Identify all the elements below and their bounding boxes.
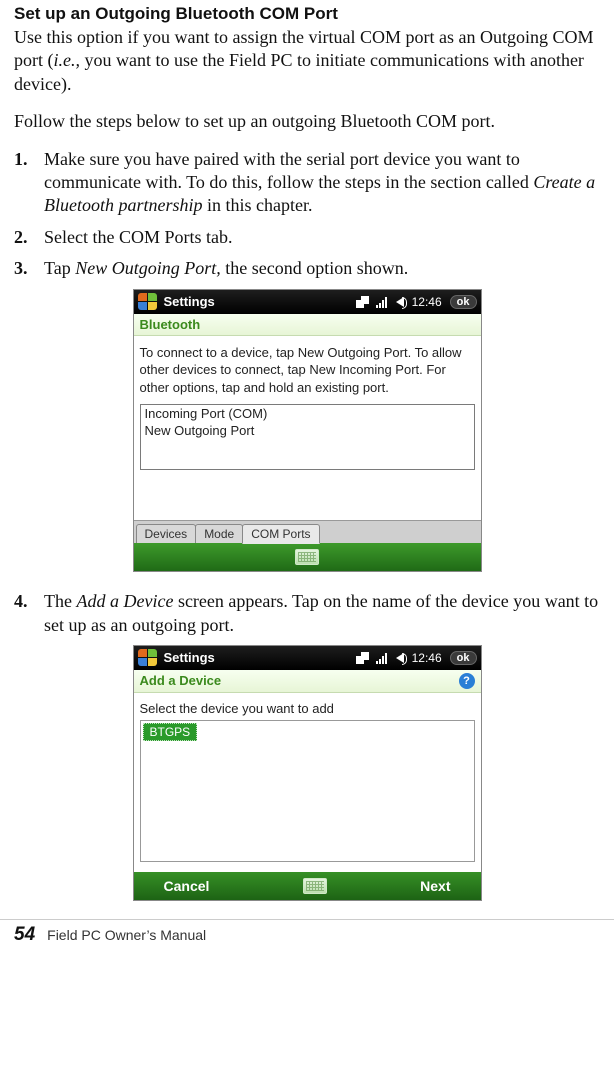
device-list[interactable]: BTGPS <box>140 720 475 862</box>
step-number-3: 3. <box>14 257 44 280</box>
step-3-text: Tap New Outgoing Port, the second option… <box>44 257 600 280</box>
start-icon[interactable] <box>138 649 158 667</box>
keyboard-icon[interactable] <box>295 549 319 565</box>
connectivity-icon[interactable] <box>356 296 368 308</box>
step3-a: Tap <box>44 258 75 278</box>
step3-i: New Outgoing Port, <box>75 258 221 278</box>
follow-paragraph: Follow the steps below to set up an outg… <box>14 110 600 133</box>
panel-header-bluetooth: Bluetooth <box>134 314 481 336</box>
step-4-text: The Add a Device screen appears. Tap on … <box>44 590 600 637</box>
wm-titlebar: Settings 12:46 ok <box>134 290 481 314</box>
wm-title: Settings <box>164 294 356 309</box>
com-port-list[interactable]: Incoming Port (COM) New Outgoing Port <box>140 404 475 470</box>
device-item-selected[interactable]: BTGPS <box>143 723 198 741</box>
instruction-text: To connect to a device, tap New Outgoing… <box>140 344 475 397</box>
page-footer: 54 Field PC Owner’s Manual <box>0 919 614 956</box>
intro-paragraph: Use this option if you want to assign th… <box>14 26 600 96</box>
step1-b: in this chapter. <box>203 195 313 215</box>
screenshot-add-device: Settings 12:46 ok Add a Device ? Select … <box>133 645 482 901</box>
step-number-1: 1. <box>14 148 44 218</box>
section-heading: Set up an Outgoing Bluetooth COM Port <box>14 4 600 24</box>
ok-button[interactable]: ok <box>450 651 477 665</box>
wm-softkey-bar: Cancel Next <box>134 872 481 900</box>
page-number: 54 <box>14 924 35 946</box>
list-item[interactable]: New Outgoing Port <box>141 422 474 439</box>
wm-title: Settings <box>164 650 356 665</box>
tab-strip: Devices Mode COM Ports <box>134 520 481 543</box>
intro-text-b: you want to use the Field PC to initiate… <box>14 50 584 93</box>
panel-header-label: Bluetooth <box>140 317 201 332</box>
step3-b: the second option shown. <box>221 258 408 278</box>
screenshot-com-ports: Settings 12:46 ok Bluetooth To connect t… <box>133 289 482 573</box>
start-icon[interactable] <box>138 293 158 311</box>
wm-titlebar: Settings 12:46 ok <box>134 646 481 670</box>
intro-ie: i.e., <box>54 50 81 70</box>
volume-icon[interactable] <box>396 297 404 307</box>
wm-clock: 12:46 <box>412 651 442 665</box>
step4-a: The <box>44 591 76 611</box>
signal-icon[interactable] <box>376 296 388 308</box>
tab-com-ports[interactable]: COM Ports <box>242 524 319 544</box>
cancel-softkey[interactable]: Cancel <box>164 878 210 894</box>
step-1-text: Make sure you have paired with the seria… <box>44 148 600 218</box>
help-icon[interactable]: ? <box>459 673 475 689</box>
wm-clock: 12:46 <box>412 295 442 309</box>
keyboard-icon[interactable] <box>303 878 327 894</box>
panel-header-label: Add a Device <box>140 673 222 688</box>
step-2-text: Select the COM Ports tab. <box>44 226 600 249</box>
book-title: Field PC Owner’s Manual <box>47 927 206 943</box>
next-softkey[interactable]: Next <box>420 878 450 894</box>
step-number-4: 4. <box>14 590 44 637</box>
volume-icon[interactable] <box>396 653 404 663</box>
tab-devices[interactable]: Devices <box>136 524 197 543</box>
step1-a: Make sure you have paired with the seria… <box>44 149 533 192</box>
list-item[interactable]: Incoming Port (COM) <box>141 405 474 422</box>
ok-button[interactable]: ok <box>450 295 477 309</box>
instruction-text: Select the device you want to add <box>140 701 475 716</box>
tab-mode[interactable]: Mode <box>195 524 243 543</box>
step-number-2: 2. <box>14 226 44 249</box>
panel-header-add-device: Add a Device ? <box>134 670 481 693</box>
step4-i: Add a Device <box>76 591 173 611</box>
connectivity-icon[interactable] <box>356 652 368 664</box>
wm-softkey-bar <box>134 543 481 571</box>
signal-icon[interactable] <box>376 652 388 664</box>
